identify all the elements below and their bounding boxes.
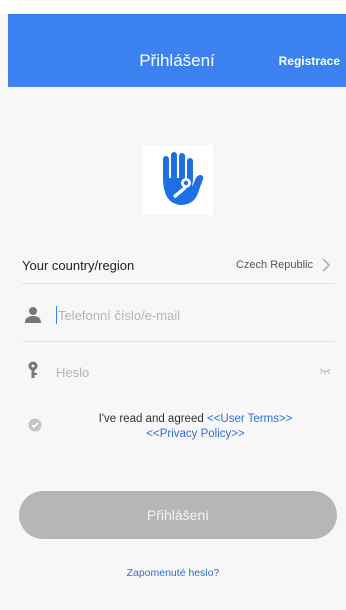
country-value: Czech Republic	[235, 259, 313, 271]
phone-email-row	[22, 296, 335, 342]
agreement-text: I've read and agreed <<User Terms>> <<Pr…	[56, 412, 335, 442]
privacy-policy-link[interactable]: <<Privacy Policy>>	[146, 428, 244, 440]
key-icon	[28, 361, 38, 378]
password-row	[22, 355, 335, 391]
country-selector[interactable]: Your country/region Czech Republic	[22, 250, 335, 284]
status-bar	[0, 0, 346, 14]
country-label: Your country/region	[22, 258, 135, 273]
header-bar: Přihlášení Registrace	[8, 14, 346, 87]
agreement-prefix: I've read and agreed	[98, 413, 207, 425]
check-circle-icon[interactable]	[28, 418, 42, 432]
eye-closed-icon[interactable]	[319, 367, 331, 375]
password-input[interactable]	[56, 363, 305, 381]
agreement-row: I've read and agreed <<User Terms>> <<Pr…	[22, 410, 335, 450]
hand-key-icon	[142, 145, 213, 215]
register-link[interactable]: Registrace	[279, 14, 340, 87]
forgot-password-link[interactable]: Zapomenuté heslo?	[0, 567, 346, 579]
user-terms-link[interactable]: <<User Terms>>	[207, 413, 292, 425]
phone-email-input[interactable]	[56, 306, 305, 324]
login-button[interactable]: Přihlášení	[19, 491, 337, 539]
user-icon	[25, 307, 41, 323]
chevron-right-icon	[322, 258, 331, 272]
